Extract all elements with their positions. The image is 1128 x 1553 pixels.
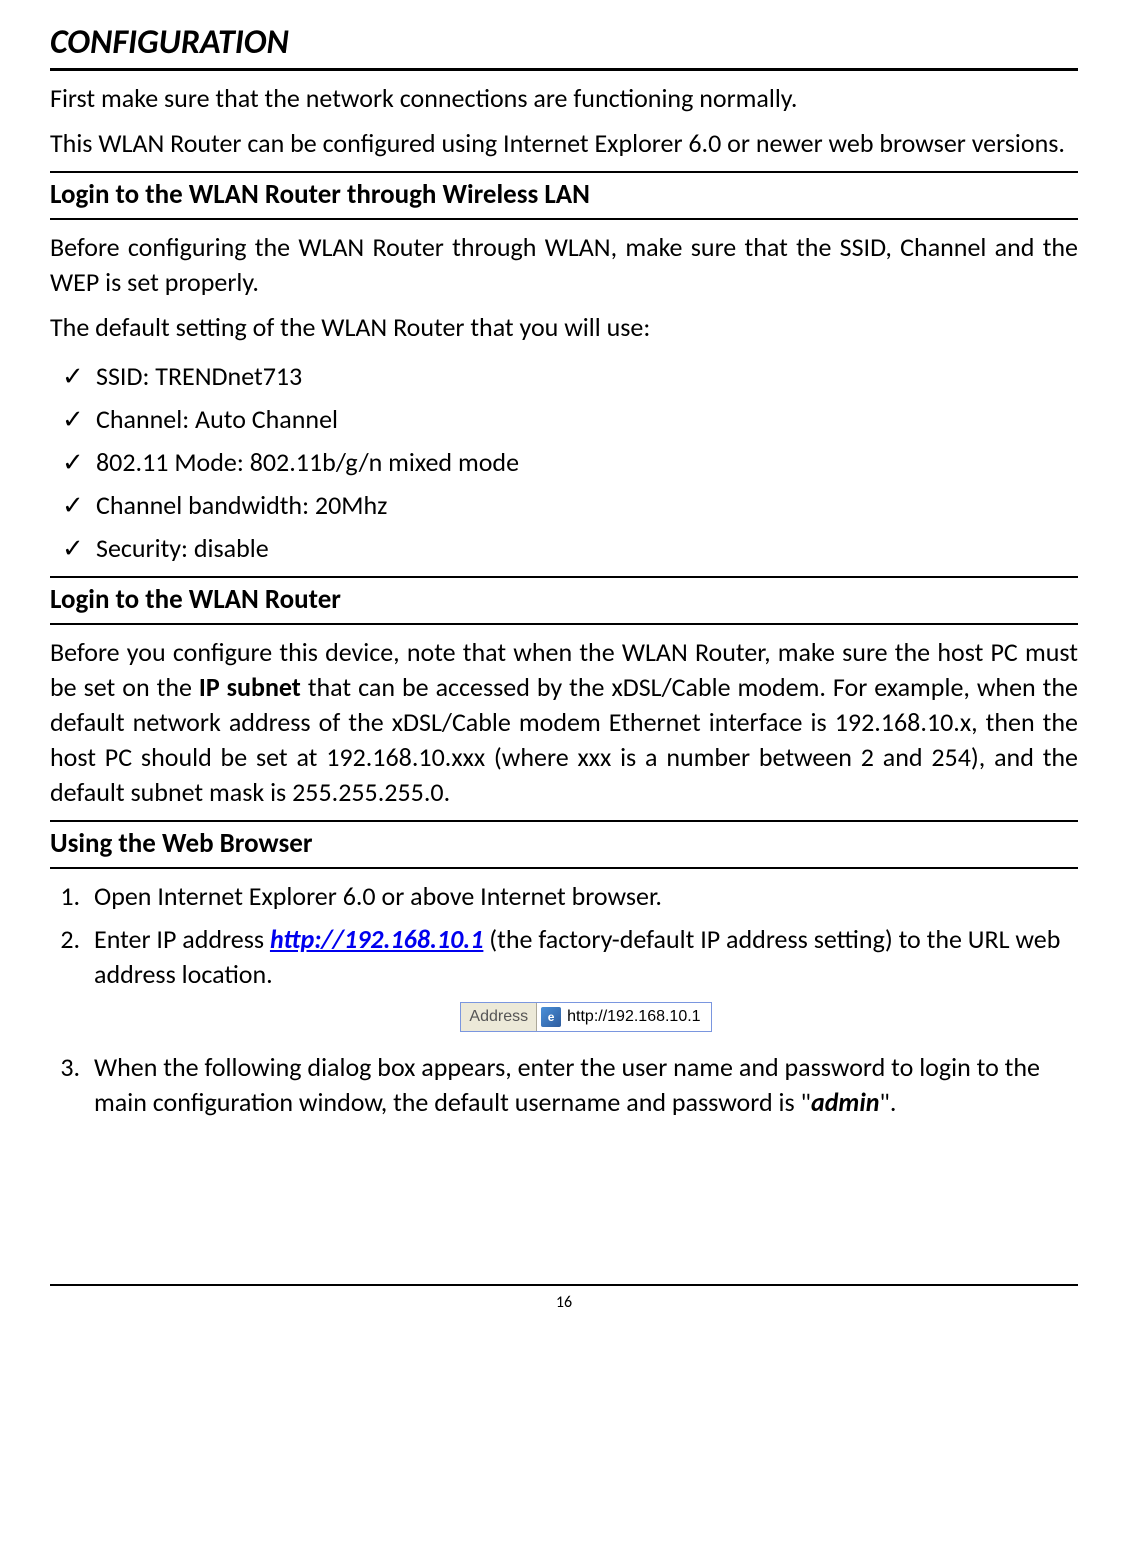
- steps-list: Open Internet Explorer 6.0 or above Inte…: [50, 875, 1078, 1124]
- admin-text: admin: [811, 1086, 879, 1118]
- section2-paragraph: Before you configure this device, note t…: [50, 635, 1078, 810]
- page-title: CONFIGURATION: [50, 20, 1078, 71]
- text-span: Enter IP address: [94, 923, 270, 955]
- section-heading-login-wlan: Login to the WLAN Router through Wireles…: [50, 171, 1078, 219]
- step-item-2: Enter IP address http://192.168.10.1 (th…: [86, 918, 1078, 1046]
- list-item: 802.11 Mode: 802.11b/g/n mixed mode: [62, 441, 1078, 484]
- section-heading-web-browser: Using the Web Browser: [50, 820, 1078, 868]
- url-link[interactable]: http://192.168.10.1: [270, 923, 483, 955]
- section-heading-login-router: Login to the WLAN Router: [50, 576, 1078, 624]
- text-span: ".: [879, 1086, 896, 1118]
- address-label: Address: [461, 1003, 537, 1031]
- list-item: Channel bandwidth: 20Mhz: [62, 484, 1078, 527]
- list-item: Channel: Auto Channel: [62, 398, 1078, 441]
- ie-page-icon: e: [541, 1007, 561, 1027]
- page-number: 16: [50, 1284, 1078, 1314]
- list-item: Security: disable: [62, 527, 1078, 570]
- text-span: When the following dialog box appears, e…: [94, 1051, 1040, 1118]
- intro-paragraph-1: First make sure that the network connect…: [50, 81, 1078, 116]
- list-item: SSID: TRENDnet713: [62, 355, 1078, 398]
- default-settings-list: SSID: TRENDnet713 Channel: Auto Channel …: [50, 355, 1078, 570]
- section1-paragraph-1: Before configuring the WLAN Router throu…: [50, 230, 1078, 300]
- step-item-1: Open Internet Explorer 6.0 or above Inte…: [86, 875, 1078, 918]
- bold-text: IP subnet: [199, 671, 301, 703]
- address-url-text: http://192.168.10.1: [565, 1003, 710, 1031]
- step-item-3: When the following dialog box appears, e…: [86, 1046, 1078, 1124]
- address-bar-image: Address e http://192.168.10.1: [94, 1002, 1078, 1032]
- intro-paragraph-2: This WLAN Router can be configured using…: [50, 126, 1078, 161]
- section1-paragraph-2: The default setting of the WLAN Router t…: [50, 310, 1078, 345]
